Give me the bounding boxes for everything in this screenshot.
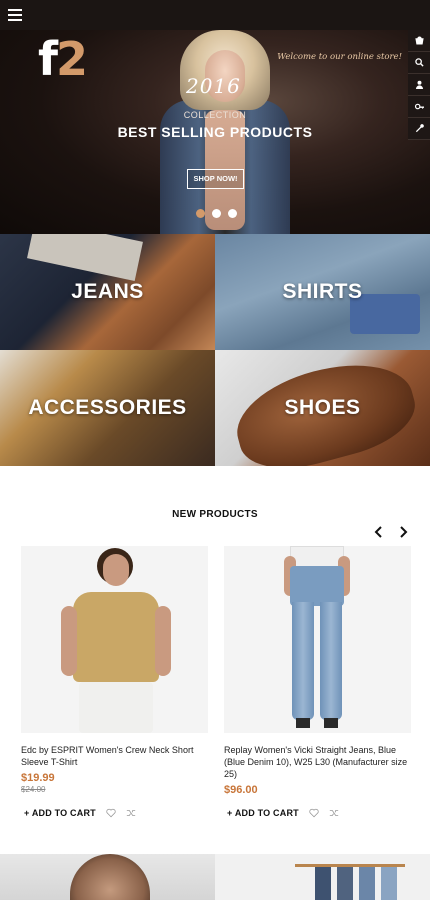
carousel-next-button[interactable] (399, 525, 409, 543)
product-image[interactable] (224, 546, 411, 733)
product-old-price: $24.00 (21, 785, 46, 794)
slider-dot-2[interactable] (212, 209, 221, 218)
shop-now-button[interactable]: SHOP NOW! (187, 169, 244, 189)
product-name[interactable]: Edc by ESPRIT Women's Crew Neck Short Sl… (21, 744, 208, 768)
compare-icon[interactable] (329, 808, 339, 818)
product-actions: + ADD TO CART (227, 808, 339, 818)
cart-icon[interactable] (408, 30, 430, 52)
hero-collection-label: COLLECTION (183, 110, 247, 120)
new-products-title: NEW PRODUCTS (172, 509, 258, 520)
product-card: Edc by ESPRIT Women's Crew Neck Short Sl… (21, 546, 208, 818)
top-bar (0, 0, 430, 30)
promo-banner-rack[interactable] (215, 854, 430, 900)
slider-dot-3[interactable] (228, 209, 237, 218)
wrench-icon[interactable] (408, 118, 430, 140)
product-image[interactable] (21, 546, 208, 733)
slider-dot-1[interactable] (196, 209, 205, 218)
add-to-cart-button[interactable]: + ADD TO CART (24, 808, 96, 818)
category-accessories[interactable]: ACCESSORIES (0, 350, 215, 466)
user-icon[interactable] (408, 74, 430, 96)
slider-pagination (196, 209, 237, 218)
menu-icon[interactable] (8, 9, 22, 21)
hero-year: 2016 (186, 74, 241, 98)
product-card: Replay Women's Vicki Straight Jeans, Blu… (224, 546, 411, 818)
compare-icon[interactable] (126, 808, 136, 818)
category-label: JEANS (71, 280, 144, 303)
heart-icon[interactable] (106, 808, 116, 818)
category-label: ACCESSORIES (28, 396, 187, 419)
hero-banner: f2 Welcome to our online store! 2016 COL… (0, 30, 430, 234)
heart-icon[interactable] (309, 808, 319, 818)
hero-headline: BEST SELLING PRODUCTS (117, 124, 313, 140)
product-price: $96.00 (224, 784, 258, 796)
key-icon[interactable] (408, 96, 430, 118)
category-label: SHIRTS (282, 280, 363, 303)
chevron-right-icon (400, 526, 408, 538)
category-shoes[interactable]: SHOES (215, 350, 430, 466)
category-shirts[interactable]: SHIRTS (215, 234, 430, 350)
site-logo[interactable]: f2 (38, 36, 88, 82)
welcome-message: Welcome to our online store! (277, 52, 402, 62)
category-label: SHOES (284, 396, 361, 419)
category-jeans[interactable]: JEANS (0, 234, 215, 350)
add-to-cart-button[interactable]: + ADD TO CART (227, 808, 299, 818)
carousel-prev-button[interactable] (373, 525, 383, 543)
chevron-left-icon (374, 526, 382, 538)
promo-banner-men[interactable] (0, 854, 215, 900)
page: f2 Welcome to our online store! 2016 COL… (0, 0, 430, 900)
side-toolbar (408, 30, 430, 140)
product-actions: + ADD TO CART (24, 808, 136, 818)
search-icon[interactable] (408, 52, 430, 74)
product-name[interactable]: Replay Women's Vicki Straight Jeans, Blu… (224, 744, 411, 780)
product-price: $19.99 (21, 772, 55, 784)
